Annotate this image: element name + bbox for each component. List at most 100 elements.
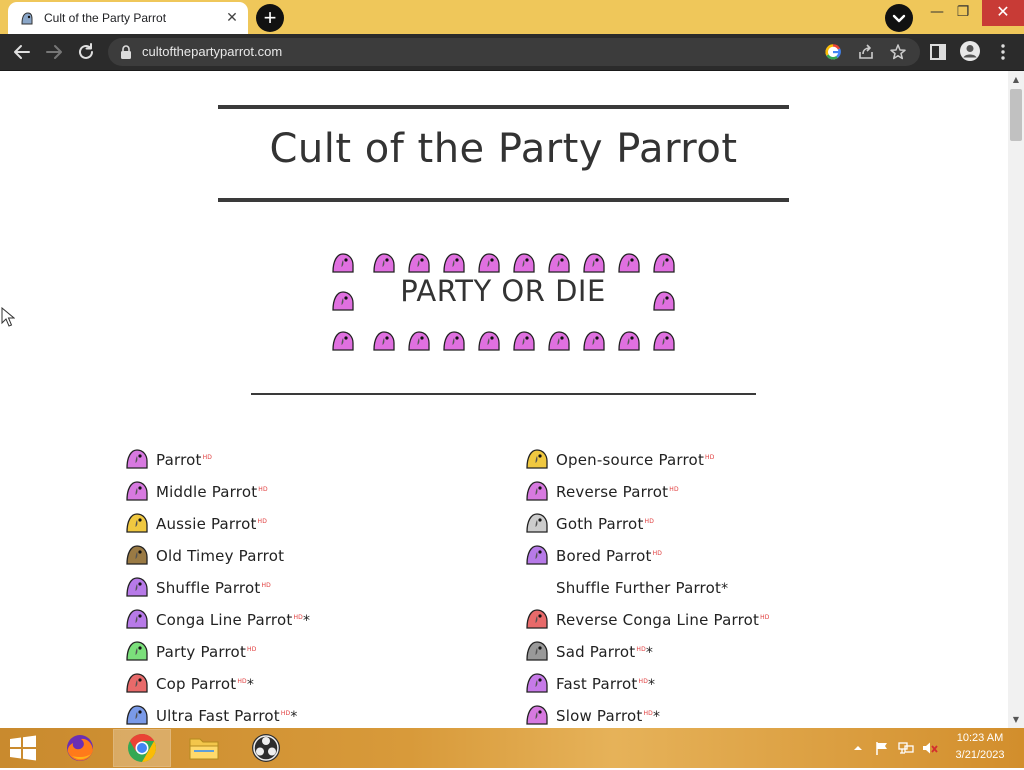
taskbar-clock-time[interactable]: 10:23 AM [950,732,1010,744]
page-scrollbar[interactable]: ▲ ▼ [1008,71,1024,728]
banner-parrot-icon [653,331,675,351]
scroll-thumb[interactable] [1010,89,1022,141]
hd-link[interactable]: HD [281,710,291,717]
url-text[interactable]: cultofthepartyparrot.com [142,44,282,59]
browser-titlebar: Cult of the Party Parrot ✕ + — ❐ ✕ [0,0,1024,34]
parrot-name[interactable]: Aussie ParrotHD [156,515,267,533]
taskbar-clock-date[interactable]: 3/21/2023 [950,749,1010,761]
parrot-gif-icon [526,513,548,533]
restore-button[interactable]: ❐ [946,0,980,26]
obs-icon [252,734,280,762]
parrot-name[interactable]: Shuffle Further Parrot* [556,579,728,597]
google-lens-icon[interactable] [824,43,842,61]
hd-link[interactable]: HD [237,678,247,685]
hd-link[interactable]: HD [293,614,303,621]
hd-link[interactable]: HD [258,518,268,525]
forward-arrow-icon[interactable] [42,40,66,64]
parrot-name[interactable]: Reverse Conga Line ParrotHD [556,611,770,629]
tab-title: Cult of the Party Parrot [44,11,167,25]
parrot-gif-icon [526,449,548,469]
share-icon[interactable] [857,43,875,61]
taskbar-chrome[interactable] [113,729,171,767]
parrot-name[interactable]: Bored ParrotHD [556,547,662,565]
profile-avatar-icon[interactable] [959,40,981,62]
reload-icon[interactable] [74,40,98,64]
banner-parrot-icon [583,331,605,351]
banner-parrot-icon [618,331,640,351]
hd-link[interactable]: HD [669,486,679,493]
scroll-up-arrow-icon[interactable]: ▲ [1008,73,1024,87]
tab-close-icon[interactable]: ✕ [224,10,240,26]
page-title: Cult of the Party Parrot [269,126,738,172]
parrot-name[interactable]: Fast ParrotHD* [556,675,655,693]
folder-icon [189,738,219,760]
parrot-gif-icon [126,705,148,725]
asterisk-mark: * [645,645,654,661]
hd-link[interactable]: HD [636,646,646,653]
parrot-name[interactable]: Middle ParrotHD [156,483,268,501]
asterisk-mark: * [246,677,255,693]
parrot-gif-icon [526,641,548,661]
taskbar-firefox[interactable] [52,730,108,766]
parrot-name[interactable]: Cop ParrotHD* [156,675,254,693]
more-menu-icon[interactable] [993,42,1013,62]
hd-link[interactable]: HD [653,550,663,557]
volume-muted-icon[interactable] [922,741,938,755]
firefox-icon [67,735,93,761]
back-arrow-icon[interactable] [10,40,34,64]
parrot-name[interactable]: Open-source ParrotHD [556,451,715,469]
scroll-down-arrow-icon[interactable]: ▼ [1008,713,1024,727]
close-window-button[interactable]: ✕ [982,0,1024,26]
side-panel-icon[interactable] [928,42,948,62]
parrot-name[interactable]: Old Timey Parrot [156,547,284,565]
parrot-name[interactable]: Ultra Fast ParrotHD* [156,707,298,725]
parrot-name[interactable]: Shuffle ParrotHD [156,579,271,597]
action-center-flag-icon[interactable] [874,741,890,755]
banner-parrot-icon [618,253,640,273]
parrot-gif-icon [526,545,548,565]
taskbar-obs[interactable] [238,730,294,766]
windows-start-icon[interactable] [8,735,38,761]
hd-link[interactable]: HD [247,646,257,653]
banner-parrot-icon [513,253,535,273]
bookmark-star-icon[interactable] [889,43,907,61]
lock-icon[interactable] [120,45,132,59]
address-bar[interactable]: cultofthepartyparrot.com [108,38,920,66]
hd-link[interactable]: HD [261,582,271,589]
banner-parrot-icon [332,253,354,273]
parrot-name[interactable]: Party ParrotHD [156,643,257,661]
hd-link[interactable]: HD [760,614,770,621]
banner-parrot-icon [653,291,675,311]
windows-taskbar: 10:23 AM 3/21/2023 [0,728,1024,768]
parrot-name[interactable]: Slow ParrotHD* [556,707,660,725]
network-icon[interactable] [898,741,914,755]
banner-parrot-icon [653,253,675,273]
asterisk-mark: * [648,677,656,693]
parrot-gif-icon [526,609,548,629]
hd-link[interactable]: HD [258,486,268,493]
parrot-favicon-icon [21,12,33,25]
parrot-name[interactable]: ParrotHD [156,451,212,469]
parrot-gif-icon [126,609,148,629]
parrot-name[interactable]: Goth ParrotHD [556,515,654,533]
hd-link[interactable]: HD [705,454,715,461]
hd-link[interactable]: HD [645,518,655,525]
banner-parrot-icon [408,253,430,273]
browser-tab-active[interactable]: Cult of the Party Parrot ✕ [8,2,248,34]
show-hidden-icons-icon[interactable] [850,741,866,755]
new-tab-button[interactable]: + [256,4,284,32]
parrot-name[interactable]: Reverse ParrotHD [556,483,679,501]
hd-link[interactable]: HD [638,678,648,685]
banner-parrot-icon [373,331,395,351]
tab-search-button[interactable] [885,4,913,32]
parrot-name[interactable]: Sad ParrotHD* [556,643,653,661]
hd-link[interactable]: HD [203,454,213,461]
banner-parrot-icon [513,331,535,351]
taskbar-file-explorer[interactable] [176,730,232,766]
parrot-name[interactable]: Conga Line ParrotHD* [156,611,310,629]
asterisk-mark: * [290,709,298,725]
parrot-gif-icon [526,705,548,725]
parrot-gif-icon [526,481,548,501]
banner-parrot-icon [332,291,354,311]
hd-link[interactable]: HD [643,710,653,717]
